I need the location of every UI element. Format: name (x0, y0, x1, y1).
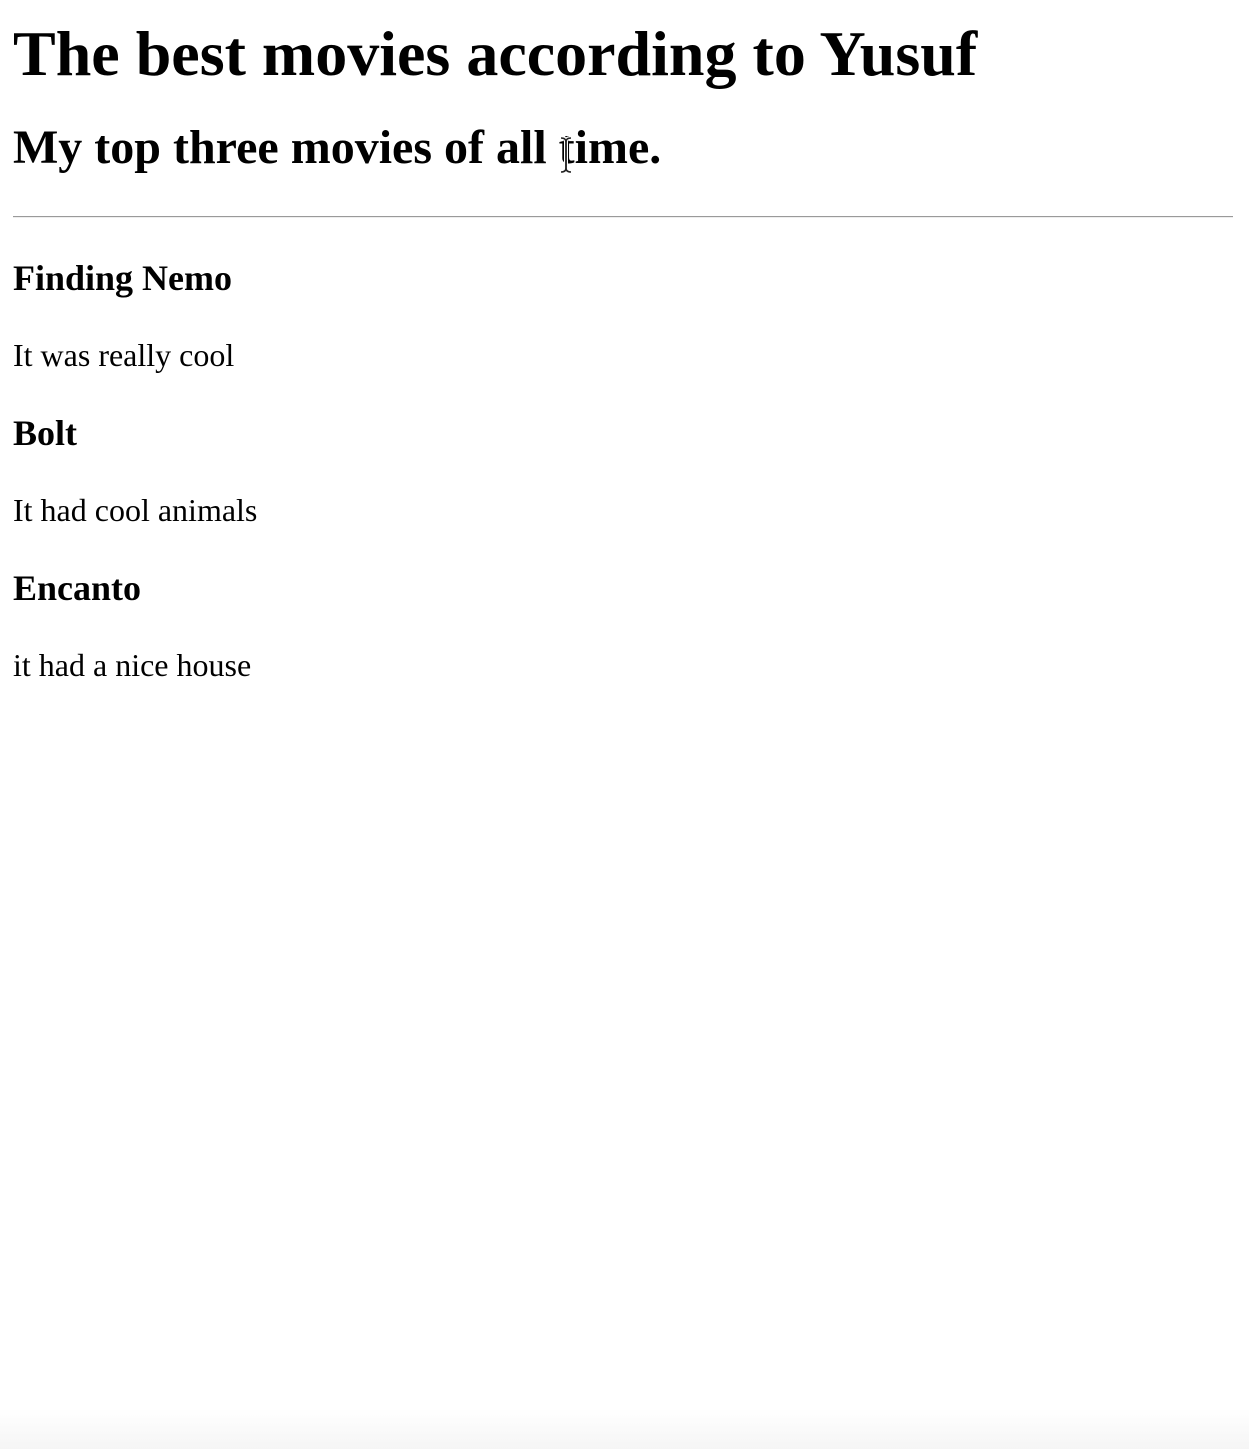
bottom-fade (0, 1409, 1249, 1449)
movie-title: Finding Nemo (13, 258, 233, 298)
divider (13, 216, 1233, 218)
movie-description: it had a nice house (13, 647, 252, 683)
page-subtitle: My top three movies of all time. (13, 121, 662, 174)
movie-description: It had cool animals (13, 492, 258, 528)
page-content: The best movies according to Yusuf My to… (13, 0, 1233, 684)
movie-list: Finding Nemo It was really cool Bolt It … (13, 257, 1233, 684)
page-title: The best movies according to Yusuf (13, 18, 978, 89)
movie-title: Bolt (13, 413, 78, 453)
movie-description: It was really cool (13, 337, 235, 373)
movie-title: Encanto (13, 568, 142, 608)
